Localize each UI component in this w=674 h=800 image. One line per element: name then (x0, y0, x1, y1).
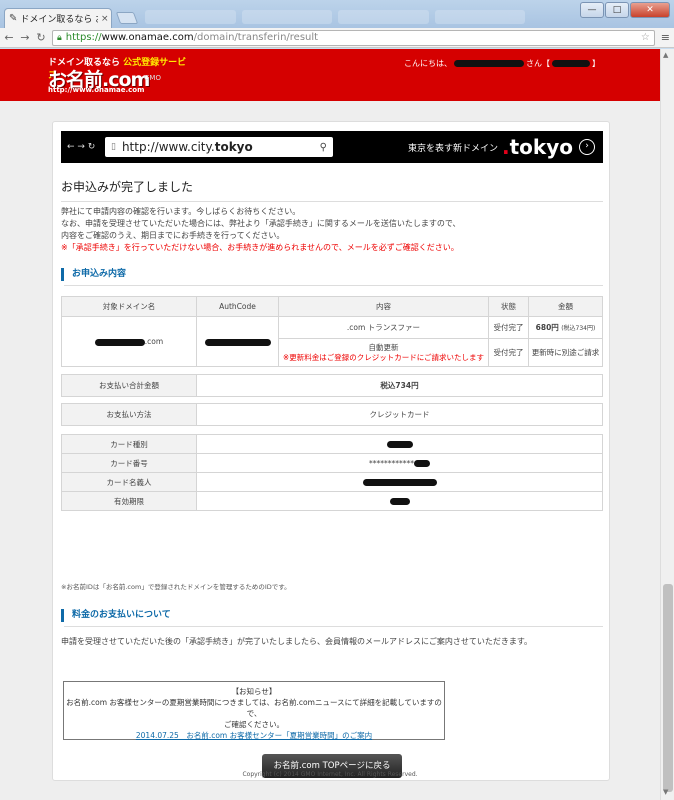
page-title: お申込みが完了しました (61, 178, 603, 202)
redacted-expiry (389, 498, 410, 505)
table-header-row: 対象ドメイン名 AuthCode 内容 状態 金額 (61, 296, 603, 317)
minimize-button[interactable]: — (580, 2, 604, 18)
logo-url: http://www.onamae.com (48, 86, 145, 94)
lock-icon: 🔒︎ (57, 32, 62, 43)
scrollbar-thumb[interactable] (663, 584, 673, 792)
scroll-up-icon[interactable]: ▲ (663, 51, 668, 59)
forward-icon[interactable]: → (20, 31, 30, 44)
scroll-down-icon[interactable]: ▼ (663, 788, 668, 796)
scrollbar[interactable]: ▲ ▼ (660, 49, 674, 800)
background-windows (145, 10, 525, 24)
notice-box: 【お知らせ】 お名前.com お客様センターの夏期営業時間につきましては、お名前… (63, 681, 445, 740)
url-host: www.onamae.com (101, 32, 194, 43)
redacted-card-number (414, 460, 430, 467)
tab-close-button[interactable]: × (101, 14, 111, 24)
redacted-card-type (386, 441, 413, 448)
redacted-authcode (204, 338, 271, 346)
section-heading-payment: 料金のお支払いについて (61, 609, 603, 627)
menu-icon[interactable]: ≡ (661, 31, 670, 44)
table-row: カード種別 (61, 434, 603, 454)
page-icon: ▯ (111, 142, 116, 152)
favicon-icon: ✎ (9, 13, 18, 24)
table-row: お支払い合計金額 税込734円 (61, 374, 603, 397)
table-row: .com .com トランスファー 受付完了 680円 (税込734円) (61, 316, 603, 367)
window-titlebar: ✎ ドメイン取るなら お × — □ ✕ (0, 0, 674, 28)
search-icon: ⚲ (319, 141, 327, 153)
copyright-footer: Copyright (c) 2014 GMO Internet, Inc. Al… (242, 771, 418, 778)
close-window-button[interactable]: ✕ (630, 2, 670, 18)
payment-method-table: お支払い方法 クレジットカード (61, 403, 603, 426)
table-row: カード名義人 (61, 472, 603, 492)
new-tab-button[interactable] (115, 12, 139, 24)
warning-text: ※「承認手続き」を行っていただけない場合、お手続きが進められませんので、メールを… (61, 243, 459, 252)
redacted-domain (94, 338, 145, 346)
maximize-button[interactable]: □ (605, 2, 629, 18)
banner-tld: .tokyo (502, 135, 573, 159)
page-viewport: ドメイン取るなら 公式登録サービス お名前.com GMO http://www… (0, 49, 660, 800)
card-info-table: カード種別 カード番号 ************ カード名義人 有効期限 (61, 434, 603, 511)
address-bar[interactable]: 🔒︎ https://www.onamae.com/domain/transfe… (52, 29, 655, 46)
order-table: 対象ドメイン名 AuthCode 内容 状態 金額 .com .com トランス… (61, 296, 603, 367)
notice-link[interactable]: 2014.07.25 お名前.com お客様センター「夏期営業時間」のご案内 (64, 730, 444, 741)
banner-text: 東京を表す新ドメイン (407, 143, 498, 154)
total-table: お支払い合計金額 税込734円 (61, 374, 603, 397)
url-scheme: https:// (65, 32, 102, 43)
banner-nav-icons: ← → ↻ (67, 142, 96, 152)
table-row: お支払い方法 クレジットカード (61, 403, 603, 426)
tokyo-promo-banner[interactable]: ← → ↻ ▯ http://www.city. tokyo ⚲ 東京を表す新ドメ… (61, 131, 603, 163)
banner-url-box: ▯ http://www.city. tokyo ⚲ (105, 137, 333, 157)
user-greeting: こんにちは、 さん【 】 (404, 59, 600, 68)
tab-title: ドメイン取るなら お (20, 15, 98, 25)
section-heading-order: お申込み内容 (61, 268, 603, 286)
chevron-right-icon[interactable]: › (579, 139, 595, 155)
authcode-cell (196, 316, 279, 367)
browser-tab[interactable]: ✎ ドメイン取るなら お × (4, 8, 112, 28)
logo-gmo: GMO (144, 74, 161, 82)
table-row: カード番号 ************ (61, 453, 603, 473)
table-row: 有効期限 (61, 491, 603, 511)
domain-name-cell: .com (61, 316, 197, 367)
site-header: ドメイン取るなら 公式登録サービス お名前.com GMO http://www… (0, 49, 660, 101)
back-icon[interactable]: ← (4, 31, 14, 44)
bookmark-star-icon[interactable]: ☆ (641, 32, 650, 43)
reload-icon[interactable]: ↻ (36, 31, 46, 44)
main-content-card: ← → ↻ ▯ http://www.city. tokyo ⚲ 東京を表す新ドメ… (52, 121, 610, 781)
site-logo[interactable]: ドメイン取るなら 公式登録サービス お名前.com GMO http://www… (48, 55, 188, 97)
intro-text: 弊社にて申請内容の確認を行います。今しばらくお待ちください。 なお、申請を受理さ… (61, 206, 603, 254)
redacted-card-holder (362, 479, 437, 486)
redacted-username (454, 60, 524, 67)
redacted-member-id (552, 60, 590, 67)
payment-description: 申請を受理させていただいた後の「承認手続き」が完了いたしましたら、会員情報のメー… (61, 637, 533, 646)
id-note: ※お名前IDは「お名前.com」で登録されたドメインを管理するためのIDです。 (61, 583, 291, 591)
browser-toolbar: ← → ↻ 🔒︎ https://www.onamae.com/domain/t… (0, 28, 674, 48)
url-path: /domain/transferin/result (193, 32, 319, 43)
